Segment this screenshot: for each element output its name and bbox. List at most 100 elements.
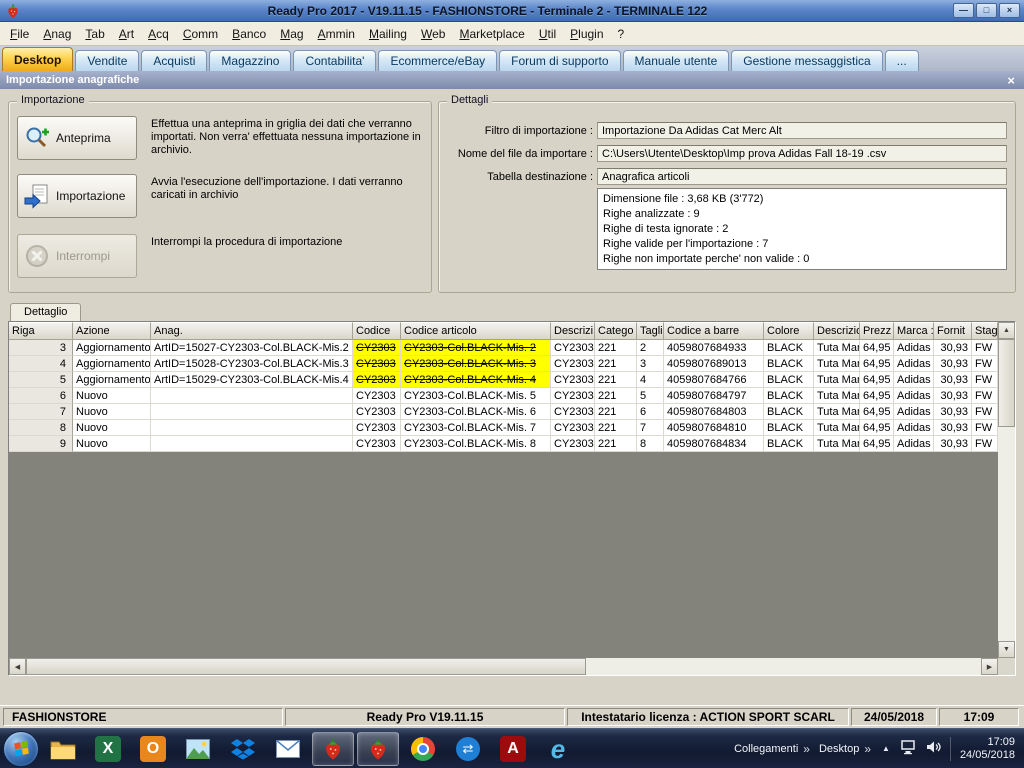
grid-cell[interactable]: 3 (637, 356, 664, 372)
scroll-down-button[interactable]: ▼ (998, 641, 1015, 658)
grid-cell[interactable]: CY2303 (551, 420, 595, 436)
grid-cell[interactable]: 4 (9, 356, 73, 372)
grid-column-header-catego[interactable]: Catego (595, 322, 637, 340)
grid-cell[interactable]: 5 (9, 372, 73, 388)
network-icon[interactable] (901, 739, 917, 758)
filtro-importazione-field[interactable]: Importazione Da Adidas Cat Merc Alt (597, 122, 1007, 139)
menu-item-item[interactable]: ? (611, 23, 632, 45)
taskbar-chrome-icon[interactable] (402, 732, 444, 766)
grid-cell[interactable]: 4 (637, 372, 664, 388)
grid-cell[interactable]: BLACK (764, 404, 814, 420)
grid-cell[interactable]: 8 (9, 420, 73, 436)
grid-cell[interactable]: CY2303-Col.BLACK-Mis. 4 (401, 372, 551, 388)
table-row[interactable]: 7 Nuovo CY2303 CY2303-Col.BLACK-Mis. 6 CY230… (9, 404, 998, 420)
grid-cell[interactable]: 221 (595, 356, 637, 372)
grid-cell[interactable]: CY2303 (551, 388, 595, 404)
grid-cell[interactable]: 4059807684933 (664, 340, 764, 356)
table-row[interactable]: 6 Nuovo CY2303 CY2303-Col.BLACK-Mis. 5 CY230… (9, 388, 998, 404)
grid-column-header-prezz[interactable]: Prezz (860, 322, 894, 340)
taskbar-photo-viewer-icon[interactable] (177, 732, 219, 766)
tab-manuale-utente[interactable]: Manuale utente (622, 50, 730, 71)
grid-column-header-fornit[interactable]: Fornit (934, 322, 972, 340)
grid-cell[interactable]: Tuta Man (814, 420, 860, 436)
taskbar-clock[interactable]: 17:09 24/05/2018 (960, 736, 1015, 762)
grid-cell[interactable]: Adidas (894, 420, 934, 436)
grid-cell[interactable]: FW (972, 372, 998, 388)
grid-cell[interactable] (151, 420, 353, 436)
grid-cell[interactable]: 64,95 (860, 388, 894, 404)
grid-cell[interactable]: 8 (637, 436, 664, 452)
nome-file-field[interactable]: C:\Users\Utente\Desktop\Imp prova Adidas… (597, 145, 1007, 162)
grid-cell[interactable]: 221 (595, 372, 637, 388)
grid-cell[interactable]: ArtID=15029-CY2303-Col.BLACK-Mis.4 - (151, 372, 353, 388)
tab-ecommerce-ebay[interactable]: Ecommerce/eBay (378, 50, 498, 71)
grid-cell[interactable]: Tuta Man (814, 372, 860, 388)
taskbar-sync-icon[interactable]: ⇄ (447, 732, 489, 766)
grid-cell[interactable]: 30,93 (934, 340, 972, 356)
table-row[interactable]: 5 Aggiornamento ArtID=15029-CY2303-Col.BLA… (9, 372, 998, 388)
grid-cell[interactable]: 5 (637, 388, 664, 404)
grid-cell[interactable]: 30,93 (934, 356, 972, 372)
grid-cell[interactable]: CY2303 (353, 340, 401, 356)
start-button[interactable] (3, 730, 39, 767)
grid-cell[interactable]: CY2303-Col.BLACK-Mis. 7 (401, 420, 551, 436)
grid-cell[interactable]: Nuovo (73, 404, 151, 420)
grid-cell[interactable]: 4059807684766 (664, 372, 764, 388)
grid-cell[interactable]: 64,95 (860, 404, 894, 420)
grid-cell[interactable]: Adidas (894, 388, 934, 404)
scroll-right-button[interactable]: ▶ (981, 658, 998, 675)
grid-cell[interactable]: 4059807689013 (664, 356, 764, 372)
taskbar-adobe-reader-icon[interactable]: A (492, 732, 534, 766)
grid-cell[interactable]: FW (972, 436, 998, 452)
grid-cell[interactable]: FW (972, 388, 998, 404)
tab-gestione-messaggistica[interactable]: Gestione messaggistica (731, 50, 883, 71)
close-button[interactable]: × (999, 3, 1020, 18)
menu-item-util[interactable]: Util (532, 23, 563, 45)
grid-cell[interactable]: BLACK (764, 356, 814, 372)
grid-cell[interactable]: 3 (9, 340, 73, 356)
grid-column-header-codice-a-barre[interactable]: Codice a barre (664, 322, 764, 340)
tab-dettaglio[interactable]: Dettaglio (10, 303, 82, 321)
grid-cell[interactable]: 30,93 (934, 420, 972, 436)
grid-cell[interactable]: CY2303 (353, 372, 401, 388)
tab-magazzino[interactable]: Magazzino (209, 50, 292, 71)
grid-cell[interactable]: 30,93 (934, 404, 972, 420)
grid-cell[interactable]: 221 (595, 420, 637, 436)
taskbar-outlook-icon[interactable]: O (132, 732, 174, 766)
grid-cell[interactable]: Adidas (894, 436, 934, 452)
menu-item-anag[interactable]: Anag (36, 23, 78, 45)
menu-item-mag[interactable]: Mag (273, 23, 310, 45)
grid-cell[interactable]: CY2303 (353, 388, 401, 404)
grid-cell[interactable]: CY2303-Col.BLACK-Mis. 5 (401, 388, 551, 404)
grid-cell[interactable]: Nuovo (73, 388, 151, 404)
grid-cell[interactable]: Tuta Man (814, 356, 860, 372)
grid-cell[interactable]: BLACK (764, 372, 814, 388)
table-row[interactable]: 8 Nuovo CY2303 CY2303-Col.BLACK-Mis. 7 CY230… (9, 420, 998, 436)
grid-column-header-stag[interactable]: Stag (972, 322, 998, 340)
grid-cell[interactable]: 4059807684797 (664, 388, 764, 404)
grid-cell[interactable]: 6 (637, 404, 664, 420)
menu-item-plugin[interactable]: Plugin (563, 23, 610, 45)
taskbar-mail-icon[interactable] (267, 732, 309, 766)
menu-item-comm[interactable]: Comm (176, 23, 225, 45)
scroll-left-button[interactable]: ◀ (9, 658, 26, 675)
grid-cell[interactable]: Adidas (894, 372, 934, 388)
taskbar-dropbox-icon[interactable] (222, 732, 264, 766)
tab-desktop[interactable]: Desktop (2, 47, 74, 71)
horizontal-scrollbar-thumb[interactable] (26, 658, 586, 675)
table-row[interactable]: 4 Aggiornamento ArtID=15028-CY2303-Col.BLA… (9, 356, 998, 372)
grid-cell[interactable]: Adidas (894, 404, 934, 420)
taskbar-readypro-icon-1[interactable] (312, 731, 354, 766)
volume-icon[interactable] (926, 740, 941, 757)
grid-cell[interactable]: Adidas (894, 340, 934, 356)
grid-cell[interactable]: 2 (637, 340, 664, 356)
grid-cell[interactable]: BLACK (764, 388, 814, 404)
grid-cell[interactable]: Nuovo (73, 420, 151, 436)
menu-item-file[interactable]: File (3, 23, 36, 45)
grid-cell[interactable]: Tuta Man (814, 404, 860, 420)
vertical-scrollbar-thumb[interactable] (998, 339, 1015, 427)
menu-item-acq[interactable]: Acq (141, 23, 176, 45)
menu-item-web[interactable]: Web (414, 23, 452, 45)
grid-column-header-descrizi[interactable]: Descrizi (551, 322, 595, 340)
collegamenti-toolbar[interactable]: Collegamenti » (734, 742, 810, 756)
